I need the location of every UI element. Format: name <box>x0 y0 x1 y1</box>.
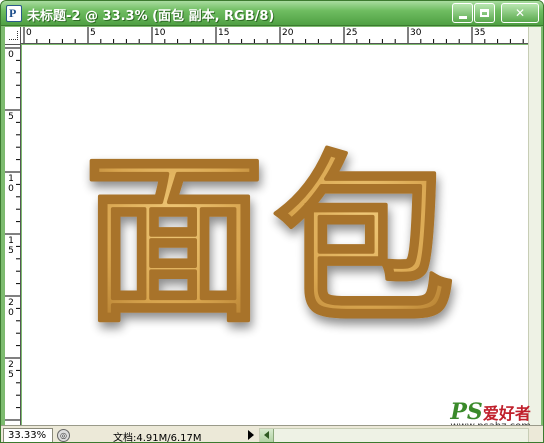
vertical-scrollbar[interactable] <box>528 27 541 425</box>
title-bar[interactable]: 未标题-2 @ 33.3% (面包 副本, RGB/8) ✕ <box>1 1 543 26</box>
bread-character-bao: 包 <box>274 137 454 346</box>
document-canvas[interactable]: 面 包 <box>22 45 528 425</box>
ruler-horizontal-ticks <box>23 27 524 43</box>
bread-text-artwork: 面 包 <box>82 135 456 348</box>
close-icon: ✕ <box>514 6 526 20</box>
ruler-left-label: 0 <box>8 308 14 318</box>
ruler-left-label: 0 <box>8 50 14 60</box>
maximize-icon <box>475 4 494 22</box>
ruler-top-label: 5 <box>90 28 96 38</box>
document-size-info: 文档:4.91M/6.17M <box>113 433 202 443</box>
ruler-top-label: 10 <box>154 28 166 38</box>
scroll-left-icon[interactable] <box>260 429 274 442</box>
window-title: 未标题-2 @ 33.3% (面包 副本, RGB/8) <box>27 9 275 24</box>
ruler-left-label: 5 <box>8 370 14 380</box>
photoshop-doc-icon[interactable] <box>6 5 22 22</box>
ruler-left-label: 0 <box>8 184 14 194</box>
ruler-top-label: 20 <box>282 28 294 38</box>
bread-character-mian: 面 <box>84 137 264 346</box>
status-bar: 33.33% ◎ 文档:4.91M/6.17M <box>1 425 543 443</box>
status-info-icon[interactable]: ◎ <box>57 429 70 442</box>
photoshop-document-window: 未标题-2 @ 33.3% (面包 副本, RGB/8) ✕ 051015202… <box>0 0 544 443</box>
zoom-level-field[interactable]: 33.33% <box>3 428 53 442</box>
ruler-left-label: 1 <box>8 236 14 246</box>
ruler-horizontal[interactable]: 0 5 10 15 20 25 30 35 <box>21 27 528 44</box>
minimize-icon <box>453 4 472 22</box>
status-menu-arrow-icon[interactable] <box>248 430 254 440</box>
ruler-vertical[interactable]: 0510152025 <box>5 45 21 425</box>
ruler-left-label: 2 <box>8 360 14 370</box>
ruler-top-label: 0 <box>26 28 32 38</box>
ruler-top-label: 25 <box>346 28 358 38</box>
ruler-left-label: 5 <box>8 112 14 122</box>
ruler-origin[interactable] <box>5 27 21 45</box>
close-button[interactable]: ✕ <box>501 3 539 23</box>
ruler-left-label: 5 <box>8 246 14 256</box>
ruler-top-label: 30 <box>410 28 422 38</box>
ruler-top-label: 15 <box>218 28 230 38</box>
minimize-button[interactable] <box>452 3 473 23</box>
ruler-left-label: 1 <box>8 174 14 184</box>
horizontal-scrollbar[interactable] <box>259 428 529 442</box>
ruler-left-label: 2 <box>8 298 14 308</box>
maximize-button[interactable] <box>474 3 495 23</box>
ruler-top-label: 35 <box>474 28 486 38</box>
